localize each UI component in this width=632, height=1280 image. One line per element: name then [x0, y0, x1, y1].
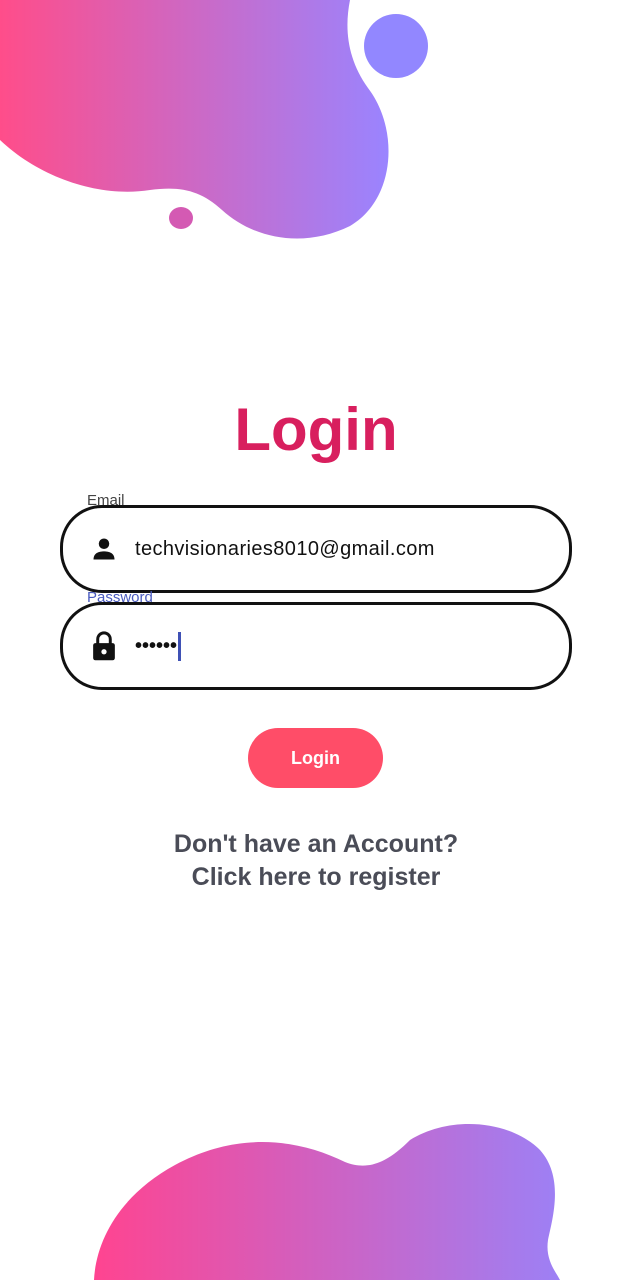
password-dots: ••••••: [135, 634, 178, 657]
top-blob: [0, 0, 389, 239]
text-caret: [178, 631, 182, 661]
password-field[interactable]: Password ••••••: [60, 590, 572, 690]
register-link[interactable]: Don't have an Account? Click here to reg…: [0, 828, 632, 894]
bottom-blob: [94, 1123, 560, 1280]
email-value: techvisionaries8010@gmail.com: [135, 537, 435, 560]
top-small-circle-left: [169, 207, 193, 229]
person-icon: [89, 534, 119, 564]
top-small-circle-right: [364, 14, 428, 78]
email-field[interactable]: Email techvisionaries8010@gmail.com: [60, 493, 572, 593]
lock-icon: [89, 631, 119, 661]
password-value: ••••••: [135, 631, 182, 661]
register-line-2: Click here to register: [191, 863, 441, 891]
email-label: Email: [87, 492, 125, 509]
page-title: Login: [234, 396, 398, 463]
login-button[interactable]: Login: [248, 728, 383, 788]
register-line-1: Don't have an Account?: [173, 830, 459, 858]
password-label: Password: [87, 589, 153, 606]
